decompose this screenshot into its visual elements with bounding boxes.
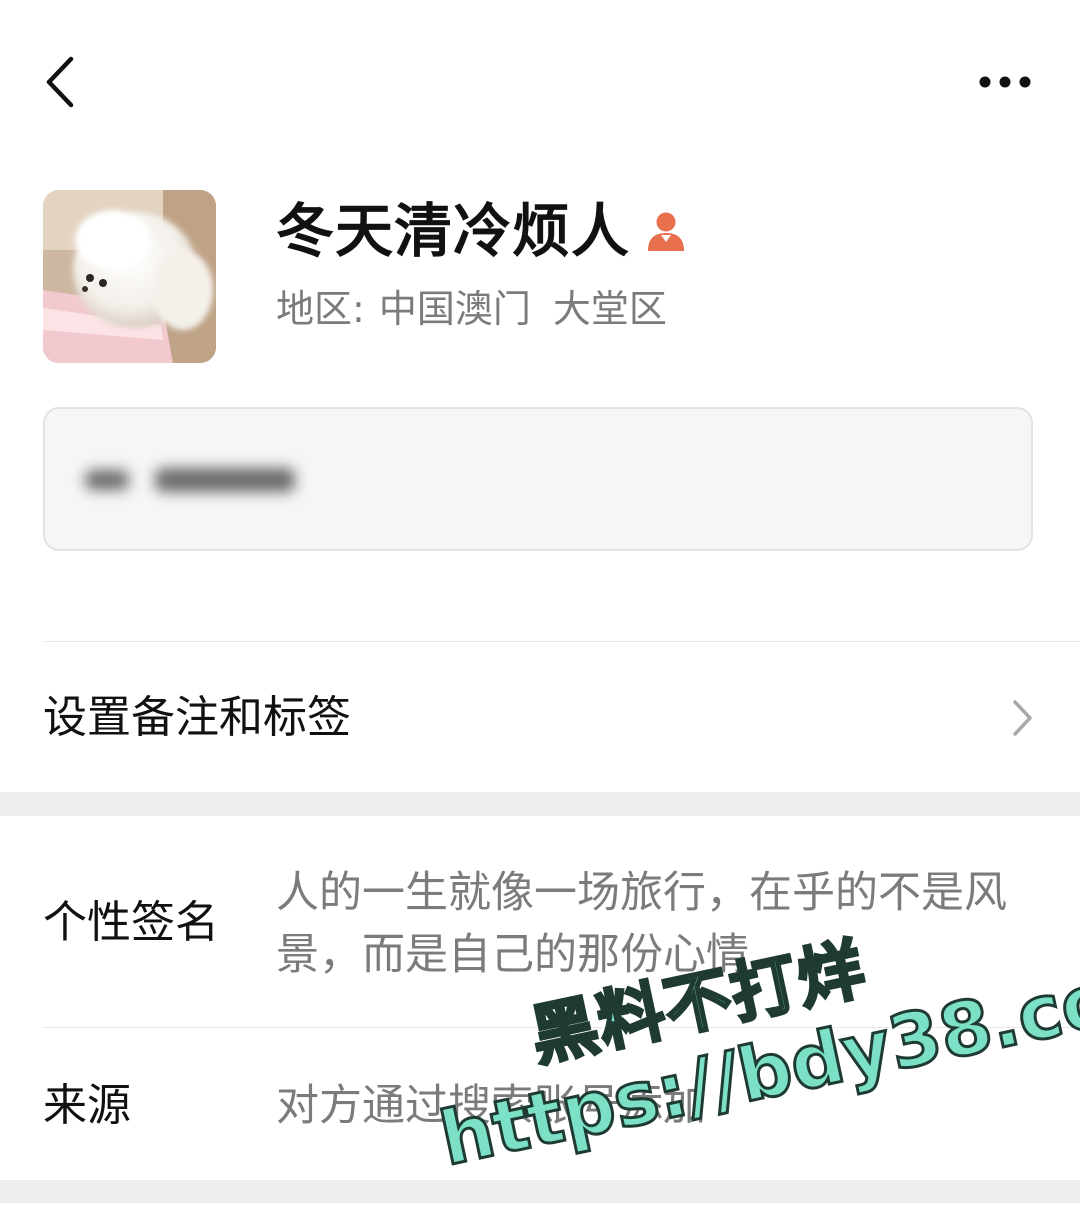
region-district: 大堂区 [552, 287, 667, 331]
profile-name: 冬天清冷烦人 [276, 197, 631, 265]
bottom-separator [0, 1180, 1080, 1203]
set-remark-tags-label: 设置备注和标签 [43, 692, 351, 743]
avatar[interactable] [43, 190, 216, 363]
more-dots-icon [979, 76, 1031, 88]
redacted-text [85, 455, 295, 505]
signature-label: 个性签名 [43, 897, 219, 948]
region-country: 中国澳门 [378, 287, 531, 331]
set-remark-tags-row[interactable]: 设置备注和标签 [0, 642, 1080, 792]
region-line: 地区: 中国澳门 大堂区 [276, 282, 667, 336]
profile-name-row: 冬天清冷烦人 [276, 195, 688, 267]
section-separator [0, 792, 1080, 816]
person-icon [644, 209, 688, 253]
chevron-right-icon [1013, 700, 1032, 736]
chevron-left-icon [46, 56, 74, 108]
watermark-url: https://bdy38.co [431, 955, 1080, 1184]
more-options-button[interactable] [970, 56, 1040, 108]
divider [43, 1027, 1080, 1028]
back-button[interactable] [30, 50, 90, 114]
region-label: 地区: [276, 287, 365, 331]
source-label: 来源 [43, 1080, 131, 1131]
avatar-image [43, 190, 216, 363]
source-value: 对方通过搜索账号添加 [276, 1081, 706, 1131]
signature-value: 人的一生就像一场旅行，在乎的不是风景，而是自己的那份心情 [276, 868, 1007, 980]
top-bar [0, 0, 1080, 170]
